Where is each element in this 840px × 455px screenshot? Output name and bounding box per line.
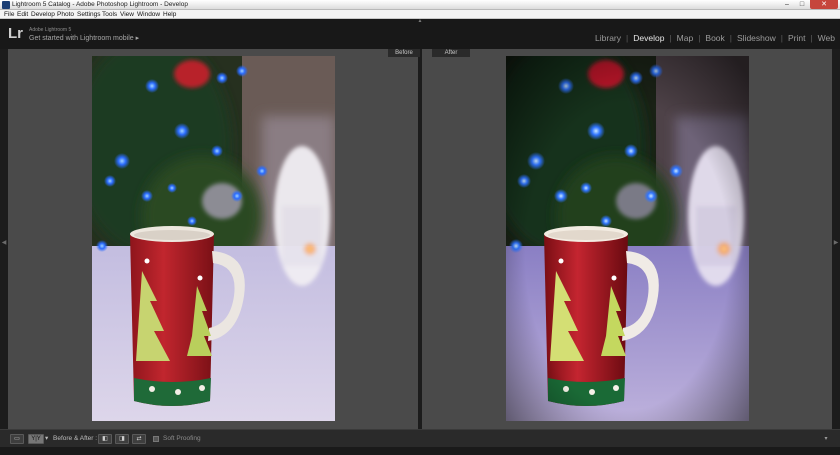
before-after-label: Before & After :	[53, 435, 98, 442]
develop-workspace: ◀ ▶ Before After	[0, 49, 840, 429]
swap-before-after-button[interactable]: ⇄	[132, 434, 146, 444]
compare-mode-dropdown[interactable]: ▾	[45, 434, 48, 444]
module-web[interactable]: Web	[818, 33, 835, 43]
product-name: Adobe Lightroom 5	[29, 27, 72, 33]
develop-toolbar: ▭ Y|Y ▾ Before & After : ◧ ◨ ⇄ Soft Proo…	[0, 429, 840, 447]
before-pane[interactable]: Before	[8, 49, 420, 429]
module-separator: |	[780, 33, 783, 43]
mobile-prompt-link[interactable]: Get started with Lightroom mobile ▸	[29, 34, 139, 42]
copy-before-to-after-button[interactable]: ◧	[98, 434, 112, 444]
left-panel-toggle-icon[interactable]: ◀	[1, 239, 7, 247]
right-panel-toggle-icon[interactable]: ▶	[833, 239, 839, 247]
module-slideshow[interactable]: Slideshow	[737, 33, 776, 43]
module-develop[interactable]: Develop	[633, 33, 664, 43]
module-map[interactable]: Map	[677, 33, 694, 43]
minimize-button[interactable]: –	[780, 0, 794, 9]
menu-photo[interactable]: Photo	[57, 10, 74, 19]
soft-proofing-checkbox[interactable]	[153, 436, 159, 442]
lr-logo: Lr	[8, 25, 23, 42]
module-book[interactable]: Book	[705, 33, 724, 43]
before-photo[interactable]	[92, 56, 335, 421]
before-label: Before	[388, 49, 420, 57]
after-pane[interactable]: After	[422, 49, 832, 429]
soft-proofing-label: Soft Proofing	[163, 435, 201, 442]
module-separator: |	[698, 33, 701, 43]
menu-settings[interactable]: Settings	[77, 10, 101, 19]
module-separator: |	[810, 33, 813, 43]
module-separator: |	[729, 33, 732, 43]
after-label: After	[432, 49, 470, 57]
module-library[interactable]: Library	[595, 33, 621, 43]
loupe-view-button[interactable]: ▭	[10, 434, 24, 444]
title-bar: Lightroom 5 Catalog - Adobe Photoshop Li…	[0, 0, 840, 10]
maximize-button[interactable]: □	[795, 0, 809, 9]
menu-file[interactable]: File	[4, 10, 14, 19]
lightroom-window: Lightroom 5 Catalog - Adobe Photoshop Li…	[0, 0, 840, 455]
toolbar-content-menu-icon[interactable]: ▾	[820, 434, 832, 444]
module-print[interactable]: Print	[788, 33, 805, 43]
module-separator: |	[669, 33, 672, 43]
menu-edit[interactable]: Edit	[17, 10, 28, 19]
menu-tools[interactable]: Tools	[102, 10, 117, 19]
menu-window[interactable]: Window	[137, 10, 160, 19]
lightroom-app-icon	[2, 1, 10, 9]
after-photo-image	[506, 56, 749, 421]
filmstrip-collapsed-bar	[0, 447, 840, 455]
menu-view[interactable]: View	[120, 10, 134, 19]
close-button[interactable]: ✕	[810, 0, 838, 9]
before-after-view-button[interactable]: Y|Y	[28, 434, 44, 444]
menu-develop[interactable]: Develop	[31, 10, 55, 19]
module-picker: Library | Develop | Map | Book | Slidesh…	[595, 32, 835, 44]
copy-after-to-before-button[interactable]: ◨	[115, 434, 129, 444]
menu-help[interactable]: Help	[163, 10, 176, 19]
window-title: Lightroom 5 Catalog - Adobe Photoshop Li…	[12, 1, 188, 8]
top-panel-toggle-icon[interactable]: ▲	[416, 19, 424, 24]
identity-bar: ▲ Lr Adobe Lightroom 5 Get started with …	[0, 19, 840, 49]
module-separator: |	[626, 33, 629, 43]
before-photo-image	[92, 56, 335, 421]
after-photo[interactable]	[506, 56, 749, 421]
